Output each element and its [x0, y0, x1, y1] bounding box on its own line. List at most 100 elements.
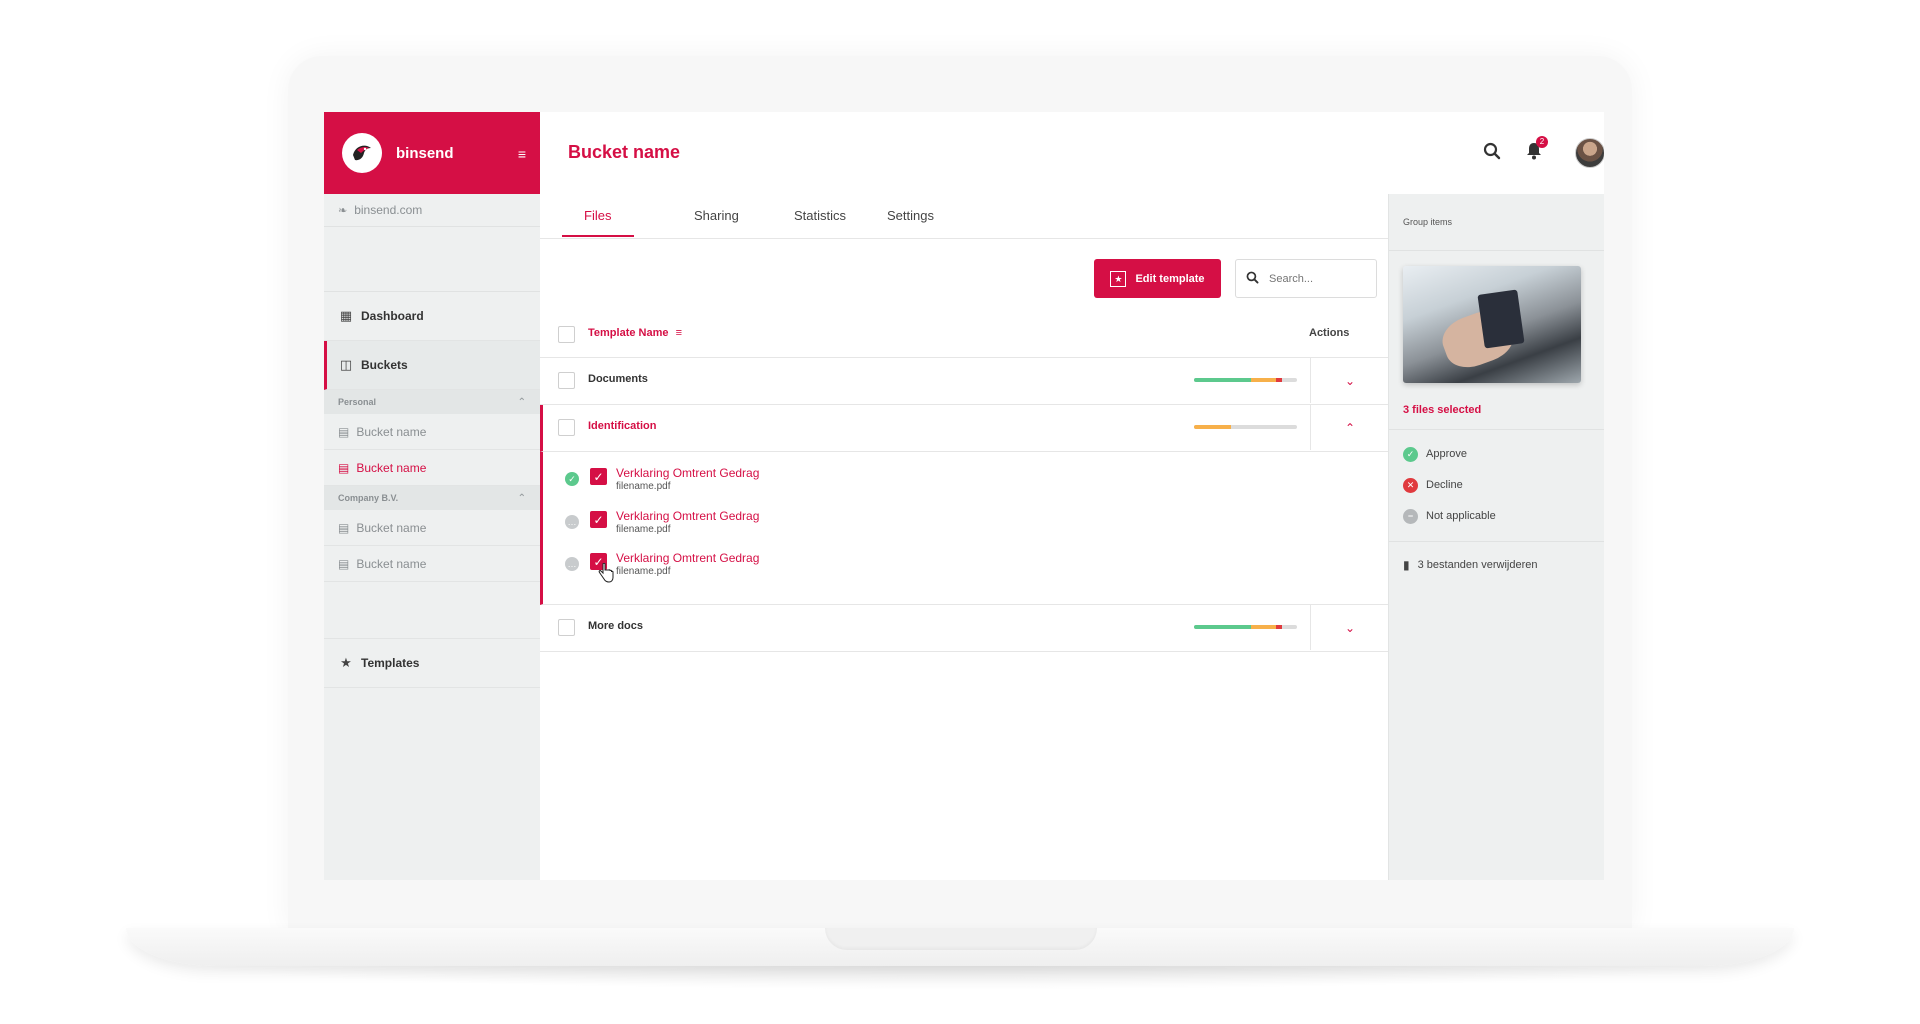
bird-small-icon: ❧: [338, 204, 347, 217]
progress-bar: [1194, 378, 1297, 382]
table-row[interactable]: Documents ⌄: [540, 358, 1388, 405]
expand-button[interactable]: ⌄: [1310, 358, 1389, 403]
site-link[interactable]: ❧ binsend.com: [324, 194, 540, 227]
grid-icon: ▦: [338, 308, 354, 324]
sort-icon: ≡: [676, 327, 682, 339]
sidebar-gap: [324, 582, 540, 639]
sidebar-item-dashboard[interactable]: ▦ Dashboard: [324, 292, 540, 341]
chevron-up-icon: ⌃: [518, 397, 526, 408]
brand-logo[interactable]: [342, 133, 382, 173]
bell-icon[interactable]: 2: [1526, 142, 1542, 165]
progress-green: [1194, 625, 1251, 629]
row-checkbox[interactable]: [558, 619, 575, 636]
site-link-label: binsend.com: [354, 203, 422, 217]
file-title[interactable]: Verklaring Omtrent Gedrag: [616, 466, 759, 480]
sidebar-subitem-bucket[interactable]: ▤ Bucket name: [324, 546, 540, 582]
template-star-icon: ★: [338, 655, 354, 671]
search-icon: [1246, 271, 1259, 287]
tab-sharing[interactable]: Sharing: [694, 208, 739, 223]
sidebar-subitem-label: Bucket name: [356, 461, 426, 475]
sidebar-item-label: Buckets: [361, 358, 408, 372]
divider: [1389, 429, 1604, 430]
approve-action[interactable]: ✓ Approve: [1403, 445, 1467, 463]
tab-settings[interactable]: Settings: [887, 208, 934, 223]
list-icon: ▤: [338, 461, 349, 475]
file-item[interactable]: … ✓ Verklaring Omtrent Gedrag filename.p…: [543, 551, 1143, 591]
progress-bar: [1194, 425, 1297, 429]
column-header-actions: Actions: [1309, 327, 1349, 339]
app-screen: binsend ≡ ❧ binsend.com ▦ Dashboard ◫ Bu…: [324, 112, 1604, 880]
template-star-icon: ★: [1110, 271, 1126, 287]
collapse-menu-icon[interactable]: ≡: [518, 146, 526, 162]
column-header-template-name[interactable]: Template Name ≡: [588, 327, 682, 339]
not-applicable-action[interactable]: − Not applicable: [1403, 507, 1496, 525]
list-icon: ▤: [338, 557, 349, 571]
tab-statistics[interactable]: Statistics: [794, 208, 846, 223]
file-title[interactable]: Verklaring Omtrent Gedrag: [616, 551, 759, 565]
group-label: Personal: [338, 397, 376, 407]
action-label: Approve: [1426, 448, 1467, 460]
file-checkbox[interactable]: ✓: [590, 511, 607, 528]
expand-button[interactable]: ⌄: [1310, 605, 1389, 650]
row-checkbox[interactable]: [558, 419, 575, 436]
sidebar-item-buckets[interactable]: ◫ Buckets: [324, 341, 540, 390]
list-icon: ▤: [338, 521, 349, 535]
row-checkbox[interactable]: [558, 372, 575, 389]
main-content: Files Sharing Statistics Settings ★ Edit…: [540, 194, 1388, 880]
table-row-expanded[interactable]: Identification ⌃: [540, 405, 1388, 452]
file-title[interactable]: Verklaring Omtrent Gedrag: [616, 509, 759, 523]
row-name: Documents: [588, 373, 648, 385]
chevron-up-icon: ⌃: [518, 493, 526, 504]
active-tab-indicator: [562, 235, 634, 237]
select-all-checkbox[interactable]: [558, 326, 575, 343]
file-name: filename.pdf: [616, 566, 670, 577]
progress-red: [1276, 625, 1281, 629]
brand-name: binsend: [396, 145, 454, 162]
table-row[interactable]: More docs ⌄: [540, 605, 1388, 652]
selection-count: 3 files selected: [1403, 404, 1481, 416]
page-title: Bucket name: [568, 142, 680, 163]
file-item[interactable]: ✓ ✓ Verklaring Omtrent Gedrag filename.p…: [543, 466, 1143, 506]
file-checkbox[interactable]: ✓: [590, 468, 607, 485]
edit-template-button[interactable]: ★ Edit template: [1094, 259, 1221, 298]
bird-logo-icon: [347, 138, 377, 168]
table-header: Template Name ≡ Actions: [540, 311, 1388, 358]
file-name: filename.pdf: [616, 524, 670, 535]
search-box: [1235, 259, 1377, 298]
document-preview-image[interactable]: [1403, 266, 1581, 383]
panel-heading: Group items: [1389, 194, 1604, 251]
row-name: More docs: [588, 620, 643, 632]
action-label: Decline: [1426, 479, 1463, 491]
sidebar-item-templates[interactable]: ★ Templates: [324, 639, 540, 688]
avatar[interactable]: [1575, 138, 1604, 168]
decline-action[interactable]: ✕ Decline: [1403, 476, 1463, 494]
edit-template-label: Edit template: [1135, 273, 1204, 285]
progress-orange: [1194, 425, 1231, 429]
photo-passport: [1477, 289, 1524, 348]
group-label: Company B.V.: [338, 493, 398, 503]
group-header-personal[interactable]: Personal ⌃: [324, 390, 540, 414]
chevron-down-icon: ⌄: [1345, 621, 1355, 635]
search-input[interactable]: [1267, 272, 1371, 286]
chevron-down-icon: ⌄: [1345, 374, 1355, 388]
column-header-label: Template Name: [588, 327, 669, 339]
sidebar: binsend ≡ ❧ binsend.com ▦ Dashboard ◫ Bu…: [324, 112, 541, 880]
progress-orange: [1251, 378, 1277, 382]
search-icon[interactable]: [1483, 142, 1501, 165]
decline-icon: ✕: [1403, 478, 1418, 493]
file-item[interactable]: … ✓ Verklaring Omtrent Gedrag filename.p…: [543, 509, 1143, 549]
collapse-button[interactable]: ⌃: [1310, 405, 1389, 450]
sidebar-subitem-label: Bucket name: [356, 557, 426, 571]
brand-bar: binsend ≡: [324, 112, 540, 194]
sidebar-subitem-bucket-active[interactable]: ▤ Bucket name: [324, 450, 540, 486]
sidebar-subitem-bucket[interactable]: ▤ Bucket name: [324, 414, 540, 450]
sidebar-item-label: Dashboard: [361, 309, 424, 323]
toolbar: ★ Edit template: [540, 239, 1388, 311]
group-header-company[interactable]: Company B.V. ⌃: [324, 486, 540, 510]
sidebar-subitem-bucket[interactable]: ▤ Bucket name: [324, 510, 540, 546]
progress-orange: [1251, 625, 1277, 629]
tab-files[interactable]: Files: [584, 208, 611, 223]
top-header: Bucket name 2: [540, 112, 1604, 195]
delete-files-action[interactable]: ▮ 3 bestanden verwijderen: [1403, 558, 1537, 572]
hand-cursor-icon: [598, 563, 614, 583]
